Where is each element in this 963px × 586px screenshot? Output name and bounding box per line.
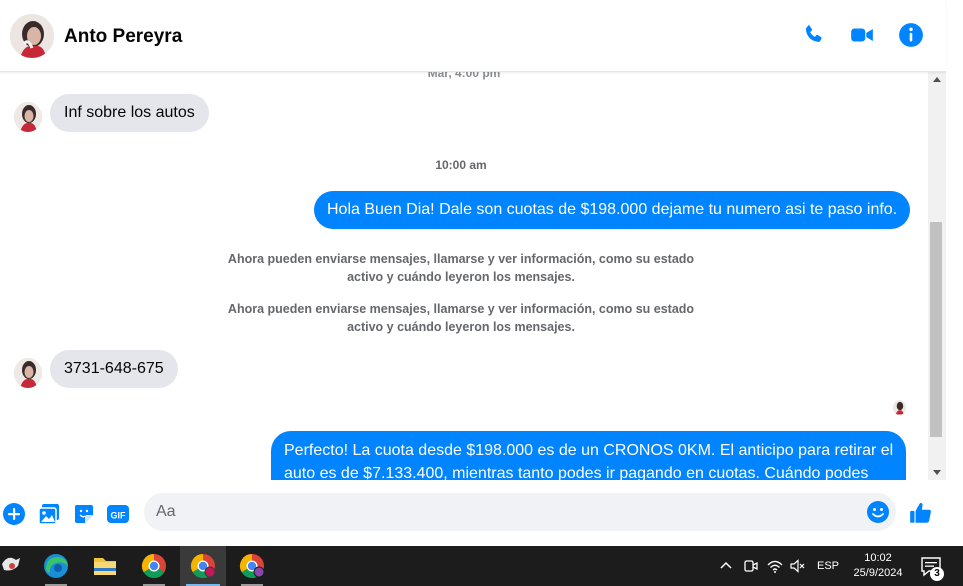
video-call-icon[interactable] (849, 22, 875, 48)
taskbar-pinned-app-icon[interactable] (0, 546, 24, 586)
sender-avatar[interactable] (14, 358, 42, 388)
incoming-message[interactable]: Inf sobre los autos (50, 94, 209, 132)
info-icon[interactable] (898, 22, 924, 48)
gif-icon[interactable]: GIF (106, 502, 130, 526)
contact-name[interactable]: Anto Pereyra (64, 26, 182, 48)
edge-browser-icon[interactable] (33, 546, 79, 586)
windows-taskbar: ESP 10:02 25/9/2024 3 (0, 546, 963, 586)
clock-time: 10:02 (864, 552, 892, 564)
message-line: auto es de $7.133.400, mientras tanto po… (284, 465, 869, 480)
contact-avatar[interactable] (10, 14, 54, 58)
outgoing-message[interactable]: Perfecto! La cuota desde $198.000 es de … (271, 431, 907, 480)
time-separator: 10:00 am (435, 158, 487, 172)
input-language-indicator[interactable]: ESP (817, 560, 839, 572)
meet-now-icon[interactable] (742, 557, 760, 575)
chat-header: Anto Pereyra (0, 0, 946, 72)
file-explorer-icon[interactable] (82, 546, 128, 586)
message-input-box[interactable] (144, 493, 896, 531)
scroll-up-arrow-icon[interactable] (928, 72, 946, 88)
message-scrollbar[interactable] (928, 72, 946, 480)
svg-text:GIF: GIF (111, 511, 127, 521)
phone-call-icon[interactable] (801, 22, 827, 48)
thumbs-up-icon[interactable] (908, 500, 934, 526)
notification-count-badge: 3 (930, 567, 944, 581)
faded-timestamp: Mar, 4:00 pm (427, 72, 501, 80)
sender-avatar[interactable] (14, 102, 42, 132)
plus-circle-icon[interactable] (2, 502, 26, 526)
message-input[interactable] (156, 493, 856, 531)
chrome-profile-icon[interactable] (229, 546, 275, 586)
scroll-thumb[interactable] (930, 222, 942, 437)
incoming-message[interactable]: 3731-648-675 (50, 350, 178, 388)
chevron-up-icon[interactable] (717, 557, 735, 575)
system-clock[interactable]: 10:02 25/9/2024 (850, 551, 906, 581)
message-line: Perfecto! La cuota desde $198.000 es de … (284, 442, 894, 459)
chrome-browser-icon[interactable] (131, 546, 177, 586)
seen-indicator-avatar (893, 400, 906, 415)
clock-date: 25/9/2024 (853, 567, 903, 579)
message-list[interactable]: Mar, 4:00 pm Inf sobre los autos 10:00 a… (0, 72, 928, 480)
system-notice: Ahora pueden enviarse mensajes, llamarse… (227, 252, 695, 284)
window-edge (946, 0, 963, 490)
scroll-down-arrow-icon[interactable] (928, 464, 946, 480)
photo-gallery-icon[interactable] (37, 502, 61, 526)
wifi-icon[interactable] (766, 557, 784, 575)
message-composer: GIF (0, 480, 946, 546)
sticker-icon[interactable] (72, 502, 96, 526)
emoji-icon[interactable] (866, 500, 890, 524)
outgoing-message[interactable]: Hola Buen Dia! Dale son cuotas de $198.0… (314, 191, 911, 229)
volume-muted-icon[interactable] (789, 557, 807, 575)
chrome-profile-active-icon[interactable] (180, 546, 226, 586)
system-notice: Ahora pueden enviarse mensajes, llamarse… (227, 302, 695, 334)
